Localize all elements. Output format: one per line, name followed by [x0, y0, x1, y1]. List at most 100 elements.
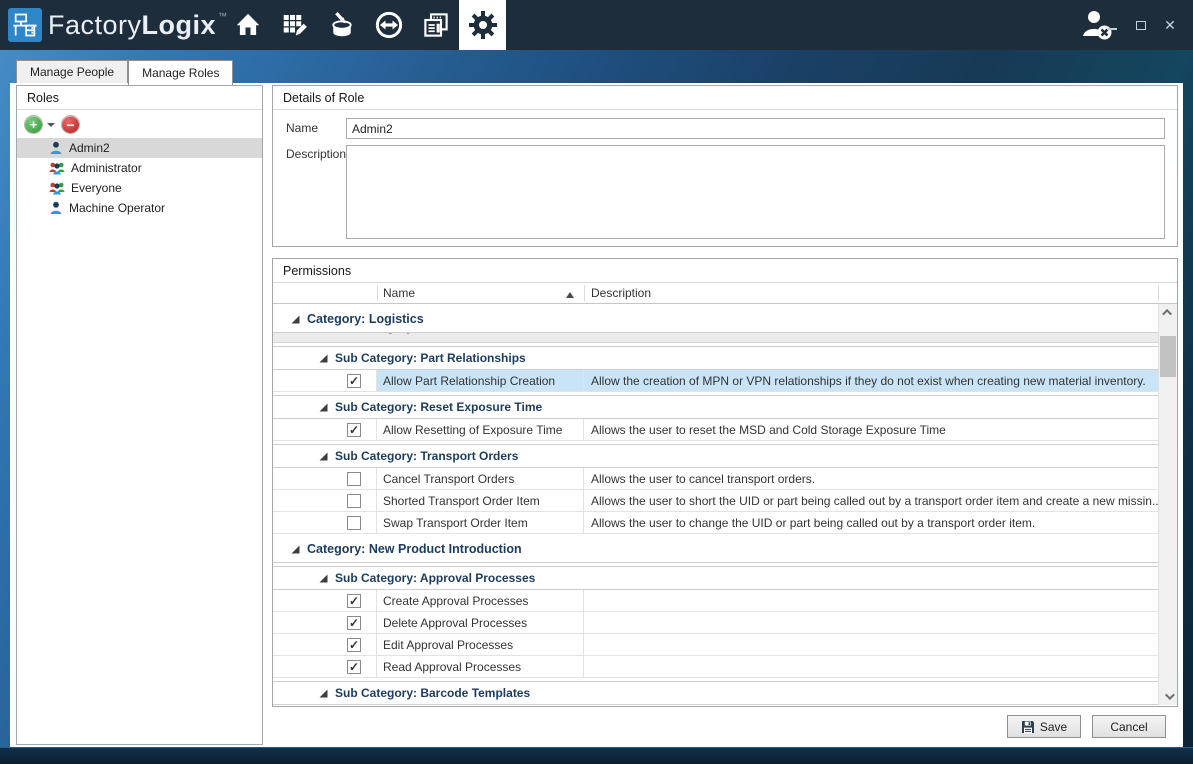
role-item-label: Machine Operator	[69, 201, 165, 215]
window-bottom-frame	[0, 747, 1193, 764]
permissions-rows: Category: LogisticsSub Category: Sub Cate…	[273, 304, 1158, 705]
window-controls: ✕	[1105, 0, 1177, 50]
titlebar: FactoryLogix™	[0, 0, 1193, 50]
role-item-machine-operator[interactable]: Machine Operator	[17, 198, 262, 218]
group-label: Sub Category:	[335, 333, 417, 334]
checkbox-checked[interactable]: ✓	[347, 374, 361, 388]
group-expander-icon[interactable]	[319, 689, 328, 698]
permission-description	[584, 634, 1158, 655]
home-icon[interactable]	[224, 0, 271, 50]
group-expander-icon[interactable]	[319, 452, 328, 461]
permission-checkbox-cell	[273, 490, 377, 511]
factorylogix-logo-icon	[8, 8, 42, 42]
group-expander-icon[interactable]	[319, 403, 328, 412]
permission-checkbox-cell: ✓	[273, 656, 377, 677]
scroll-up-icon[interactable]	[1159, 304, 1177, 321]
role-item-label: Admin2	[69, 141, 110, 155]
scrollbar-thumb[interactable]	[1160, 336, 1176, 377]
checkbox-checked[interactable]: ✓	[347, 423, 361, 437]
vertical-scrollbar[interactable]	[1158, 304, 1177, 705]
subcategory-row[interactable]: Sub Category: Transport Orders	[273, 444, 1158, 468]
permissions-panel-title: Permissions	[273, 259, 1177, 283]
permission-row[interactable]: Swap Transport Order ItemAllows the user…	[273, 512, 1158, 534]
name-label: Name	[286, 121, 318, 135]
role-description-textarea[interactable]	[346, 145, 1165, 239]
column-separator	[1158, 285, 1159, 301]
permission-checkbox-cell: ✓	[273, 370, 377, 391]
permission-name: Read Approval Processes	[377, 656, 584, 677]
column-header-description[interactable]: Description	[591, 286, 651, 300]
cancel-button-label: Cancel	[1110, 720, 1147, 734]
permission-row[interactable]: ✓ Delete Approval Processes	[273, 612, 1158, 634]
description-label: Description	[286, 147, 346, 161]
group-expander-icon[interactable]	[319, 354, 328, 363]
close-button[interactable]: ✕	[1163, 18, 1177, 32]
checkbox-unchecked[interactable]	[347, 516, 361, 530]
permission-name: Allow Resetting of Exposure Time	[377, 419, 584, 440]
cancel-button[interactable]: Cancel	[1092, 715, 1166, 738]
add-role-dropdown-icon[interactable]	[47, 123, 55, 127]
sort-ascending-icon	[566, 292, 574, 298]
clipped-row[interactable]: Sub Category:	[273, 333, 1158, 343]
column-separator[interactable]	[377, 285, 378, 301]
tab-manage-people[interactable]: Manage People	[16, 60, 128, 83]
user-role-icon	[49, 201, 63, 215]
permission-checkbox-cell: ✓	[273, 612, 377, 633]
checkbox-checked[interactable]: ✓	[347, 616, 361, 630]
brand-factory: Factory	[48, 10, 142, 41]
permission-description	[584, 612, 1158, 633]
minimize-button[interactable]	[1105, 18, 1119, 32]
role-item-everyone[interactable]: Everyone	[17, 178, 262, 198]
permission-checkbox-cell	[273, 512, 377, 533]
permission-description	[584, 590, 1158, 611]
permission-checkbox-cell	[273, 468, 377, 489]
role-item-label: Administrator	[71, 161, 142, 175]
remove-role-button[interactable]: −	[62, 116, 79, 133]
group-expander-icon[interactable]	[291, 315, 300, 324]
subcategory-row[interactable]: Sub Category: Reset Exposure Time	[273, 395, 1158, 419]
checkbox-checked[interactable]: ✓	[347, 660, 361, 674]
checkbox-unchecked[interactable]	[347, 472, 361, 486]
permission-description: Allows the user to cancel transport orde…	[584, 468, 1158, 489]
role-item-administrator[interactable]: Administrator	[17, 158, 262, 178]
role-name-input[interactable]	[346, 118, 1165, 139]
permission-row[interactable]: Cancel Transport OrdersAllows the user t…	[273, 468, 1158, 490]
permission-checkbox-cell: ✓	[273, 634, 377, 655]
permission-row[interactable]: Shorted Transport Order ItemAllows the u…	[273, 490, 1158, 512]
checkbox-checked[interactable]: ✓	[347, 594, 361, 608]
subcategory-row[interactable]: Sub Category: Barcode Templates	[273, 681, 1158, 705]
group-expander-icon[interactable]	[291, 545, 300, 554]
column-separator[interactable]	[584, 285, 585, 301]
permission-row[interactable]: ✓Edit Approval Processes	[273, 634, 1158, 656]
checkbox-checked[interactable]: ✓	[347, 638, 361, 652]
group-label: Sub Category: Reset Exposure Time	[335, 400, 542, 414]
subcategory-row[interactable]: Sub Category: Approval Processes	[273, 566, 1158, 590]
add-role-button[interactable]: +	[25, 116, 42, 133]
permission-row[interactable]: ✓Allow Resetting of Exposure TimeAllows …	[273, 419, 1158, 441]
permission-row[interactable]: ✓Create Approval Processes	[273, 590, 1158, 612]
group-label: Category: New Product Introduction	[307, 542, 522, 556]
category-row[interactable]: Category: Logistics	[273, 306, 1158, 333]
column-header-name[interactable]: Name	[383, 286, 415, 300]
group-label: Sub Category: Transport Orders	[335, 449, 518, 463]
permission-row[interactable]: ✓Allow Part Relationship CreationAllow t…	[273, 370, 1158, 392]
tab-manage-roles[interactable]: Manage Roles	[128, 60, 233, 85]
role-item-label: Everyone	[71, 181, 122, 195]
permission-name: Delete Approval Processes	[377, 612, 584, 633]
checkbox-unchecked[interactable]	[347, 494, 361, 508]
documents-icon[interactable]	[412, 0, 459, 50]
role-details-panel: Details of Role Name Description	[272, 85, 1178, 247]
maximize-button[interactable]	[1134, 18, 1148, 32]
category-row[interactable]: Category: New Product Introduction	[273, 536, 1158, 563]
save-button[interactable]: Save	[1007, 715, 1081, 738]
permission-row[interactable]: ✓ Read Approval Processes	[273, 656, 1158, 678]
transfer-icon[interactable]	[365, 0, 412, 50]
group-expander-icon[interactable]	[319, 574, 328, 583]
materials-icon[interactable]	[318, 0, 365, 50]
scroll-down-icon[interactable]	[1159, 688, 1177, 705]
subcategory-row[interactable]: Sub Category: Part Relationships	[273, 346, 1158, 370]
permissions-panel: Permissions Name Description Category: L…	[272, 258, 1178, 707]
role-item-admin2[interactable]: Admin2	[17, 138, 262, 158]
production-grid-icon[interactable]	[271, 0, 318, 50]
settings-gear-icon[interactable]	[459, 0, 506, 50]
